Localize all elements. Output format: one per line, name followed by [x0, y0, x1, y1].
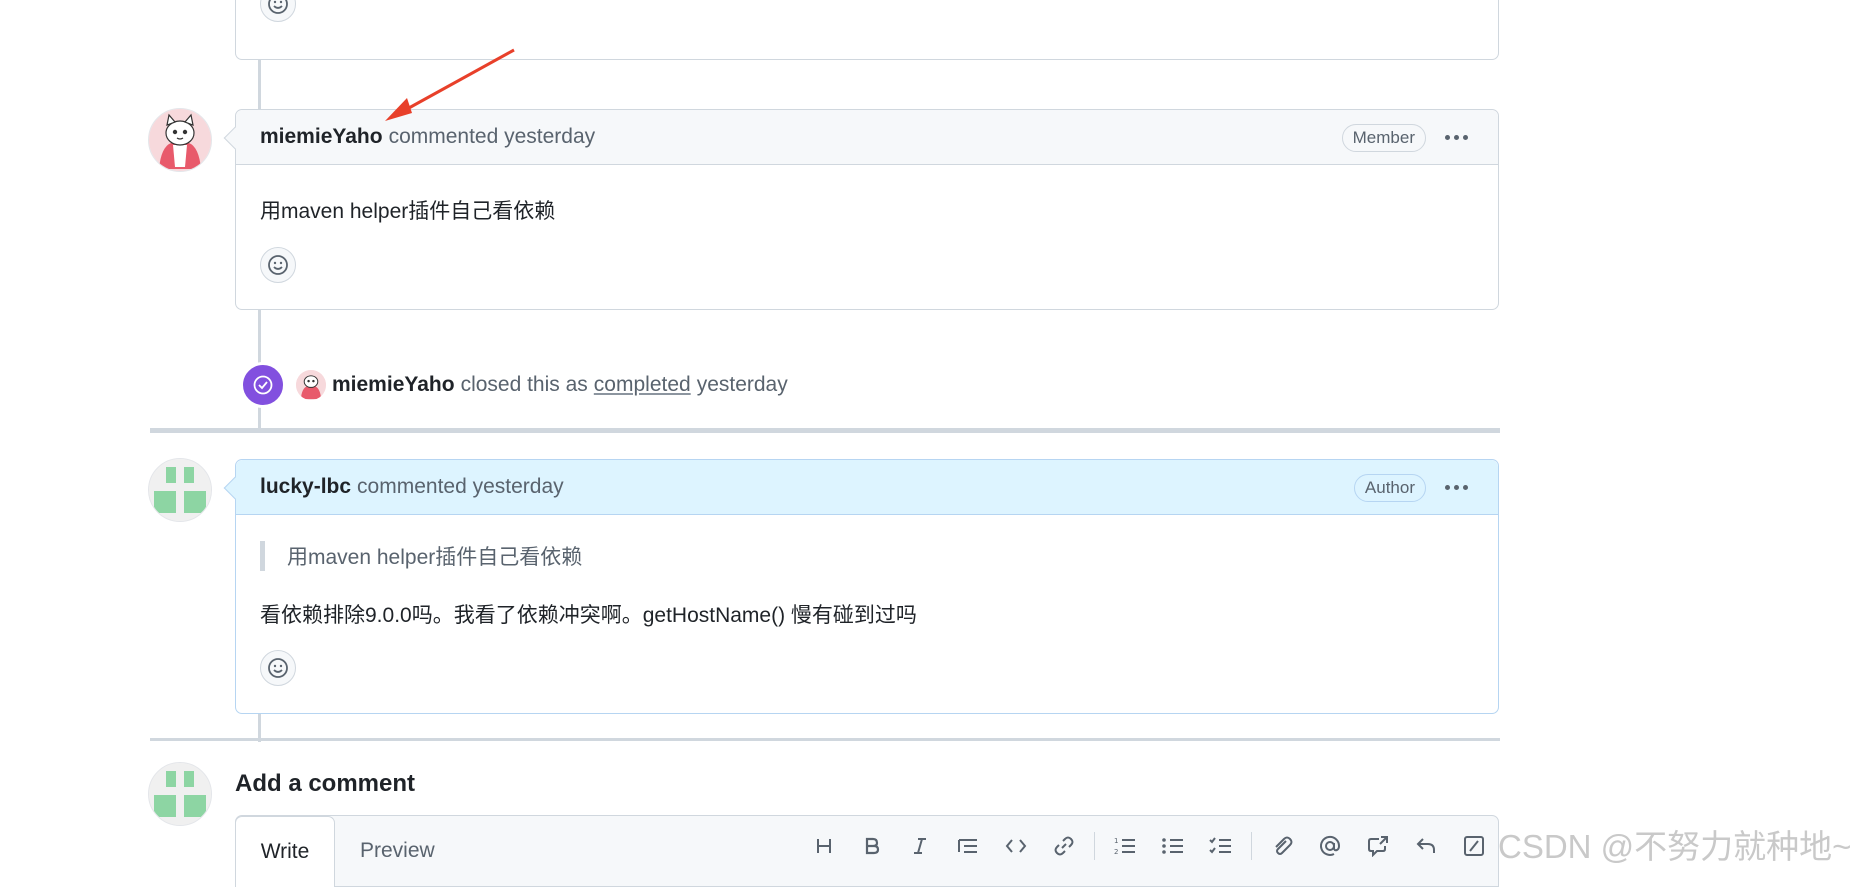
comment-timestamp[interactable]: commented yesterday: [357, 475, 564, 499]
heading-icon[interactable]: [800, 822, 848, 870]
add-reaction-button[interactable]: [260, 247, 296, 283]
comment-author[interactable]: lucky-lbc: [260, 475, 351, 499]
avatar-lucky-lbc[interactable]: [148, 458, 212, 522]
timeline-divider: [150, 428, 1500, 433]
add-reaction-button[interactable]: [260, 0, 296, 22]
event-avatar[interactable]: [296, 370, 326, 400]
comment-header: lucky-lbc commented yesterday Author: [223, 460, 1498, 515]
member-badge: Member: [1341, 124, 1426, 152]
bold-icon[interactable]: [848, 822, 896, 870]
comment-options-button[interactable]: [1440, 124, 1472, 150]
comment-quote: 用maven helper插件自己看依赖: [260, 541, 1498, 571]
ordered-list-icon[interactable]: 12: [1101, 822, 1149, 870]
comment-author[interactable]: miemieYaho: [260, 125, 383, 149]
event-user[interactable]: miemieYaho: [332, 373, 455, 397]
issue-closed-icon: [240, 362, 286, 408]
mention-icon[interactable]: [1306, 822, 1354, 870]
comment-editor: Write Preview 12: [235, 815, 1499, 887]
comment-body: 用maven helper插件自己看依赖: [260, 200, 556, 223]
comment-pointer: [223, 476, 247, 500]
identicon-avatar-icon: [149, 459, 211, 521]
closed-event: miemieYaho closed this as completed yest…: [240, 362, 788, 408]
timeline-line: [258, 60, 261, 110]
cat-avatar-icon: [296, 370, 326, 400]
add-comment-title: Add a comment: [235, 770, 416, 797]
quote-icon[interactable]: [944, 822, 992, 870]
reply-icon[interactable]: [1402, 822, 1450, 870]
smiley-icon: [268, 0, 288, 14]
toolbar-separator: [1251, 832, 1252, 860]
completed-link[interactable]: completed: [594, 373, 691, 397]
svg-text:1: 1: [1114, 837, 1118, 845]
slash-command-icon[interactable]: [1450, 822, 1498, 870]
comment-timestamp[interactable]: commented yesterday: [389, 125, 596, 149]
task-list-icon[interactable]: [1197, 822, 1245, 870]
author-comment-box: lucky-lbc commented yesterday Author 用ma…: [223, 459, 1499, 714]
tab-preview[interactable]: Preview: [360, 816, 435, 886]
add-reaction-button[interactable]: [260, 650, 296, 686]
comment-header: miemieYaho commented yesterday Member: [223, 110, 1498, 165]
tab-write[interactable]: Write: [235, 816, 335, 887]
current-user-avatar: [148, 762, 212, 826]
watermark: CSDN @不努力就种地~: [1498, 828, 1852, 865]
attach-icon[interactable]: [1258, 822, 1306, 870]
comment-box: miemieYaho commented yesterday Member 用m…: [223, 109, 1499, 310]
svg-text:2: 2: [1114, 848, 1118, 856]
smiley-icon: [268, 658, 288, 678]
identicon-avatar-icon: [149, 763, 211, 825]
markdown-toolbar: 12: [800, 816, 1498, 876]
cross-reference-icon[interactable]: [1354, 822, 1402, 870]
unordered-list-icon[interactable]: [1149, 822, 1197, 870]
smiley-icon: [268, 255, 288, 275]
toolbar-separator: [1094, 832, 1095, 860]
link-icon[interactable]: [1040, 822, 1088, 870]
author-badge: Author: [1353, 474, 1426, 502]
italic-icon[interactable]: [896, 822, 944, 870]
cat-avatar-icon: [149, 109, 211, 171]
comment-options-button[interactable]: [1440, 474, 1472, 500]
comment-pointer: [223, 126, 247, 150]
timeline-divider: [150, 738, 1500, 741]
previous-comment-box: [235, 0, 1499, 60]
comment-body: 看依赖排除9.0.0吗。我看了依赖冲突啊。getHostName() 慢有碰到过…: [260, 604, 917, 627]
event-time[interactable]: yesterday: [697, 373, 788, 397]
avatar-miemieyaho[interactable]: [148, 108, 212, 172]
code-icon[interactable]: [992, 822, 1040, 870]
event-text: closed this as: [460, 373, 588, 396]
